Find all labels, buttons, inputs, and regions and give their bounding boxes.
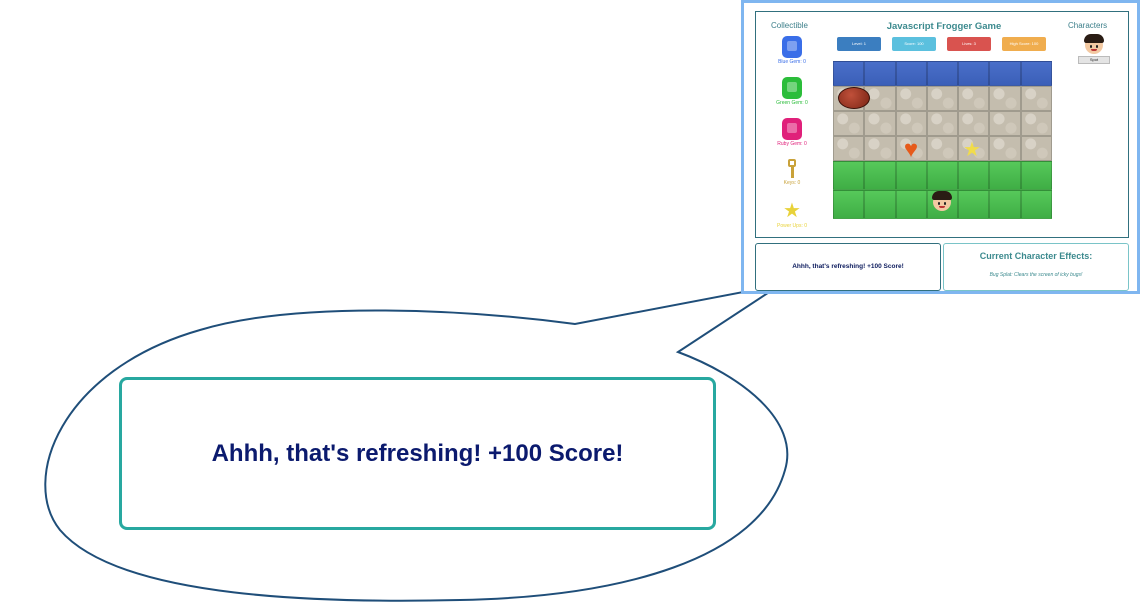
message-text: Ahhh, that's refreshing! +100 Score! [792,263,904,270]
star-icon: ★ [783,200,801,222]
effects-heading: Current Character Effects: [979,251,1093,261]
enemy-bug-icon [838,87,870,109]
blue-gem-icon [782,36,802,58]
ruby-gem-icon [782,118,802,140]
ruby-gem-label: Ruby Gem: 0 [777,141,807,147]
collectible-key: Keys: 0 [766,159,818,186]
characters-header: Characters [1068,21,1108,30]
stone-row [833,136,1052,161]
game-board: ♥ ★ [833,61,1052,227]
grass-row [833,161,1052,190]
game-screenshot: Collectible Javascript Frogger Game Char… [741,0,1140,294]
green-gem-icon [782,77,802,99]
collectible-green-gem: Green Gem: 0 [766,77,818,106]
message-box: Ahhh, that's refreshing! +100 Score! [755,243,941,291]
collectible-ruby-gem: Ruby Gem: 0 [766,118,818,147]
callout-box: Ahhh, that's refreshing! +100 Score! [119,377,716,530]
player-character [932,191,952,217]
key-icon [787,159,797,179]
player-head-icon [932,191,952,211]
power-ups-label: Power Ups: 0 [776,223,807,229]
green-gem-label: Green Gem: 0 [776,100,808,106]
star-icon: ★ [963,139,981,161]
game-panel: Collectible Javascript Frogger Game Char… [755,11,1129,238]
stone-row [833,111,1052,136]
game-title: Javascript Frogger Game [886,21,1002,32]
high-score-badge: High Score: 100 [1002,37,1046,51]
callout-text: Ahhh, that's refreshing! +100 Score! [211,439,624,467]
blue-gem-label: Blue Gem: 0 [778,59,806,65]
score-badge: Score: 100 [892,37,936,51]
heart-icon: ♥ [903,136,919,163]
collectible-star: ★ Power Ups: 0 [766,200,818,229]
effects-box: Current Character Effects: Bug Splat: Cl… [943,243,1129,291]
keys-label: Keys: 0 [783,180,801,186]
collectible-header: Collectible [771,21,808,30]
collectible-blue-gem: Blue Gem: 0 [766,36,818,65]
water-row [833,61,1052,86]
character-option[interactable]: Spot [1074,34,1114,64]
character-select-button[interactable]: Spot [1078,56,1110,64]
character-avatar-icon [1084,34,1104,54]
effects-body: Bug Splat: Clears the screen of icky bug… [989,272,1083,278]
lives-badge: Lives: 3 [947,37,991,51]
level-badge: Level: 1 [837,37,881,51]
